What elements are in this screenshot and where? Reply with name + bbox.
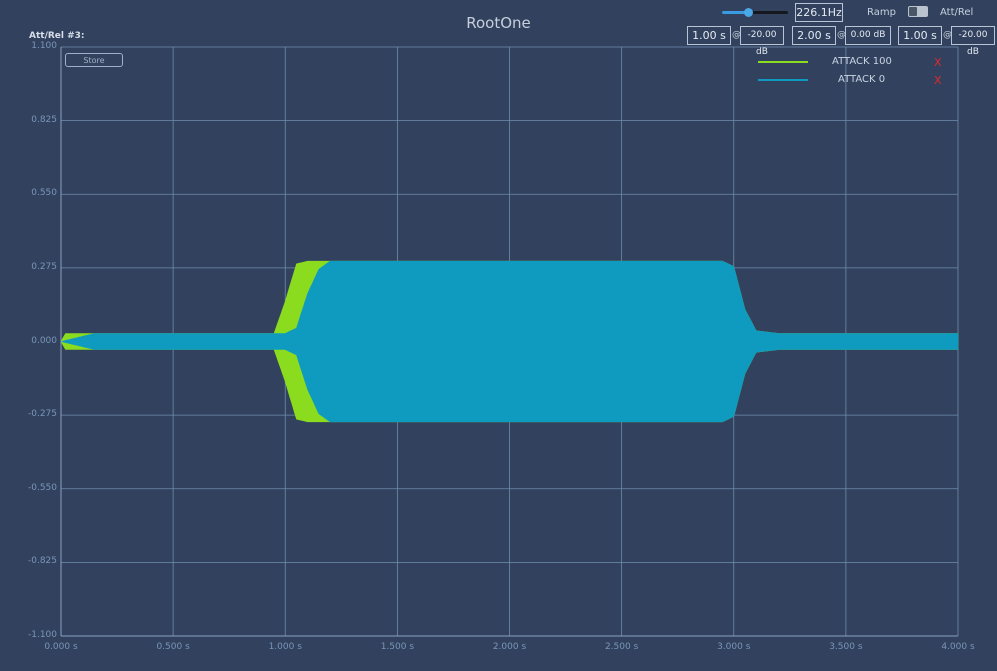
waveform-plot[interactable]: [0, 0, 997, 671]
series-area-attack-0: [60, 260, 959, 423]
y-tick-label: 0.825: [31, 114, 57, 125]
x-tick-label: 3.500 s: [829, 642, 863, 652]
x-tick-label: 3.000 s: [717, 642, 751, 652]
y-tick-label: -0.825: [27, 556, 57, 567]
legend-label-attack-100: ATTACK 100: [832, 56, 892, 67]
y-tick-label: -0.550: [27, 482, 57, 493]
x-tick-label: 2.000 s: [492, 642, 527, 652]
legend-swatch-attack-0: [758, 79, 808, 81]
legend-swatch-attack-100: [758, 61, 808, 63]
y-tick-label: -1.100: [27, 630, 57, 640]
x-tick-label: 0.000 s: [44, 642, 78, 652]
y-tick-label: 0.550: [31, 188, 57, 199]
x-tick-label: 2.500 s: [604, 642, 639, 652]
x-tick-label: 4.000 s: [941, 642, 975, 652]
store-button[interactable]: Store: [65, 53, 123, 67]
legend-remove-attack-100[interactable]: X: [934, 56, 942, 69]
legend-remove-attack-0[interactable]: X: [934, 74, 942, 87]
legend-label-attack-0: ATTACK 0: [838, 74, 886, 85]
y-tick-label: -0.275: [27, 409, 57, 420]
x-tick-label: 1.000 s: [268, 642, 302, 652]
y-tick-label: 0.275: [31, 261, 57, 272]
y-tick-label: 0.000: [31, 335, 57, 346]
x-tick-label: 1.500 s: [380, 642, 415, 652]
y-tick-label: 1.100: [31, 41, 57, 51]
x-tick-label: 0.500 s: [156, 642, 190, 652]
